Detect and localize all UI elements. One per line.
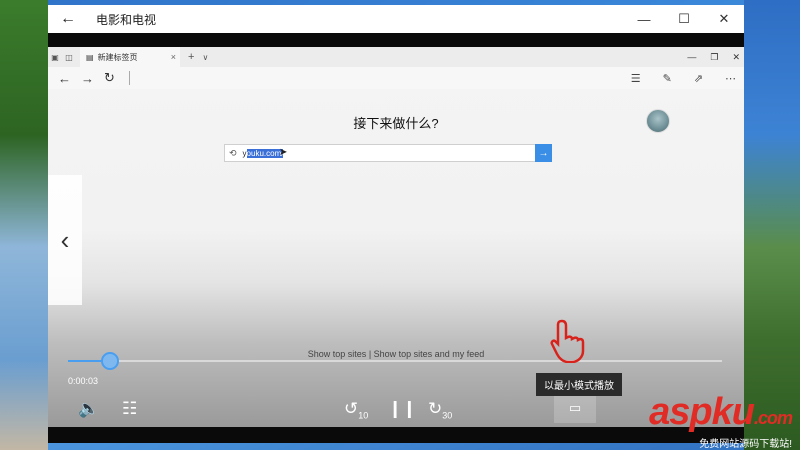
pen-icon: ✎ (662, 72, 672, 85)
watermark-brand: aspku.com (649, 391, 793, 437)
mini-view-button[interactable]: ▭ (554, 393, 596, 423)
top-sites-text: Show top sites | Show top sites and my f… (307, 349, 485, 359)
player-controls: 🔈 ☷ ↺10 ❙❙ ↻30 ▭ (48, 393, 744, 425)
window-title: 电影和电视 (96, 12, 157, 27)
app-window: ← 电影和电视 — ☐ ✕ ▣ ◫ ▤ 新建标签页 × + ∨ — ❐ ✕ ← … (48, 5, 744, 443)
browser-restore-icon: ❐ (710, 51, 719, 62)
browser-close-icon: ✕ (732, 51, 740, 62)
elapsed-time: 0:00:03 (68, 376, 99, 386)
window-controls: — ☐ ✕ (624, 5, 744, 33)
search-box: ⟲ youku.com/ → (224, 144, 552, 162)
search-value: youku.com/ (242, 148, 284, 158)
browser-refresh-icon: ↻ (104, 70, 115, 85)
close-icon[interactable]: ✕ (704, 5, 744, 33)
tab-chevron-icon: ∨ (202, 52, 209, 62)
video-surface[interactable]: ▣ ◫ ▤ 新建标签页 × + ∨ — ❐ ✕ ← → ↻ ☰ ✎ ⇗ ⋯ 接下… (48, 47, 744, 427)
more-icon: ⋯ (725, 72, 736, 85)
hub-icon: ☰ (630, 72, 641, 85)
chevron-left-icon: ‹ (60, 224, 70, 255)
letterbox-top (48, 33, 744, 47)
pause-icon[interactable]: ❙❙ (388, 399, 417, 419)
rewind-button[interactable]: ↺10 (344, 399, 368, 420)
browser-tab: ▤ 新建标签页 × (80, 47, 180, 67)
new-tab-icon: + (188, 51, 195, 63)
set-aside-tabs-icon: ◫ (65, 52, 73, 62)
page-heading: 接下来做什么? (353, 116, 439, 131)
nav-divider (128, 71, 130, 85)
watermark-brand-text: aspku (649, 391, 755, 433)
wallpaper-right (744, 0, 800, 450)
mini-view-icon: ▭ (568, 400, 582, 415)
search-value-plain: y (242, 148, 247, 158)
subtitles-icon[interactable]: ☷ (122, 399, 137, 419)
share-icon: ⇗ (693, 72, 703, 85)
tab-favicon-icon: ▤ (86, 52, 94, 62)
forward-label: 30 (442, 410, 453, 421)
watermark-subtitle: 免费网站源码下载站! (699, 439, 792, 450)
avatar (646, 109, 670, 133)
letterbox-bottom (48, 427, 744, 443)
tooltip: 以最小模式播放 (536, 373, 622, 396)
browser-forward-icon: → (81, 70, 94, 86)
volume-icon[interactable]: 🔈 (78, 399, 99, 419)
forward-button[interactable]: ↻30 (428, 399, 452, 420)
tab-close-icon: × (170, 52, 176, 62)
browser-nav-bar: ← → ↻ ☰ ✎ ⇗ ⋯ (48, 67, 744, 89)
seek-bar[interactable] (68, 352, 722, 370)
tab-preview-icon: ▣ (51, 52, 59, 62)
go-arrow-icon: → (535, 144, 552, 162)
watermark-tld: .com (753, 408, 793, 428)
pointing-hand-icon (550, 319, 585, 363)
tab-label: 新建标签页 (97, 52, 138, 62)
maximize-icon[interactable]: ☐ (664, 5, 704, 33)
back-arrow-icon[interactable]: ← (48, 10, 88, 28)
seek-thumb[interactable] (100, 352, 119, 370)
browser-tab-bar: ▣ ◫ ▤ 新建标签页 × + ∨ — ❐ ✕ (48, 47, 744, 67)
title-bar: ← 电影和电视 — ☐ ✕ (48, 5, 744, 33)
browser-toolbar-right: ☰ ✎ ⇗ ⋯ (621, 67, 736, 89)
wallpaper-left (0, 0, 48, 450)
previous-button[interactable]: ‹ (48, 175, 82, 305)
history-icon: ⟲ (229, 147, 237, 158)
minimize-icon[interactable]: — (624, 5, 664, 33)
browser-back-icon: ← (58, 70, 71, 86)
search-value-selected: ouku.com/ (246, 148, 284, 158)
browser-window-controls: — ❐ ✕ (687, 47, 740, 67)
mouse-cursor-icon: ➤ (279, 147, 288, 158)
browser-minimize-icon: — (687, 52, 697, 62)
watermark: aspku.com 免费网站源码下载站! (649, 391, 793, 450)
rewind-label: 10 (358, 410, 369, 421)
